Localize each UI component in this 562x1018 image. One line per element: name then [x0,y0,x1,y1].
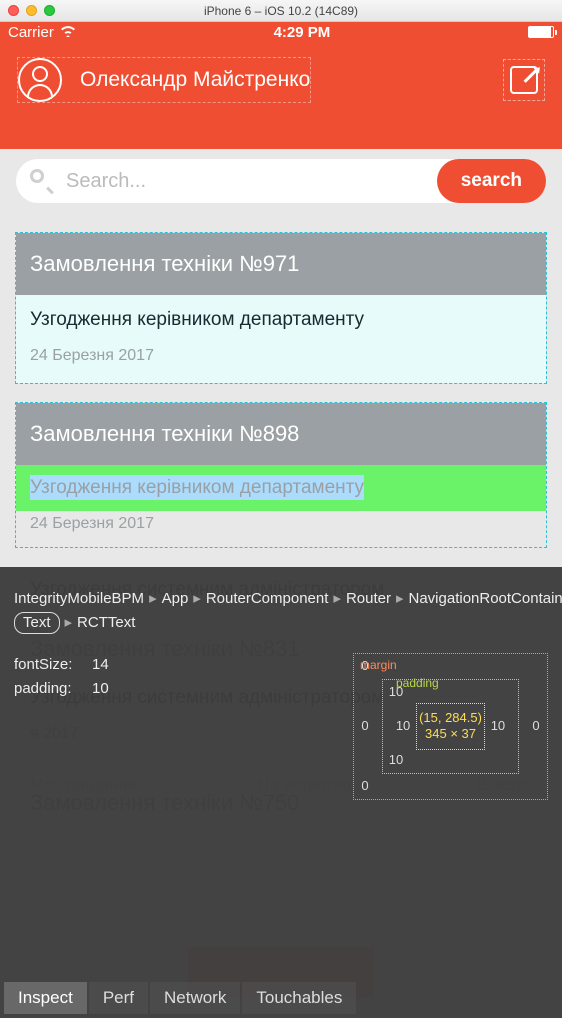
zoom-window-button[interactable] [44,5,55,16]
path-component[interactable]: RouterComponent [206,590,329,607]
search-bar: search [0,149,562,213]
task-list[interactable]: Замовлення техніки №971 Узгодження керів… [0,233,562,547]
minimize-window-button[interactable] [26,5,37,16]
traffic-lights [8,5,55,16]
compose-button[interactable] [504,60,544,100]
card-date: 24 Березня 2017 [16,511,546,547]
path-component[interactable]: Text [14,612,60,634]
search-input[interactable] [54,170,437,193]
search-button[interactable]: search [437,159,546,203]
app-header: Олександр Майстренко [0,42,562,117]
style-properties: fontSize:14 padding:10 [14,653,109,701]
wifi-icon [60,24,76,40]
path-component[interactable]: NavigationRootContainer [409,590,562,607]
search-icon [30,169,54,193]
perf-tab[interactable]: Perf [89,982,148,1014]
path-component[interactable]: IntegrityMobileBPM [14,590,144,607]
task-card[interactable]: Замовлення техніки №898 Узгодження керів… [16,403,546,547]
touchables-tab[interactable]: Touchables [242,982,356,1014]
dev-toolbar: Inspect Perf Network Touchables [0,978,562,1018]
component-path[interactable]: IntegrityMobileBPM▸App▸RouterComponent▸R… [14,587,548,635]
card-title: Замовлення техніки №971 [16,233,546,295]
battery-icon [528,26,554,38]
path-component[interactable]: Router [346,590,391,607]
time-label: 4:29 PM [274,24,331,41]
card-date: 24 Березня 2017 [30,347,532,369]
window-title: iPhone 6 – iOS 10.2 (14C89) [0,4,562,18]
status-bar: Carrier 4:29 PM [0,22,562,42]
window-chrome: iPhone 6 – iOS 10.2 (14C89) [0,0,562,22]
compose-icon [510,66,538,94]
path-component[interactable]: App [162,590,189,607]
network-tab[interactable]: Network [150,982,240,1014]
close-window-button[interactable] [8,5,19,16]
carrier-label: Carrier [8,24,54,41]
card-title: Замовлення техніки №898 [16,403,546,465]
user-name: Олександр Майстренко [80,68,310,92]
path-component[interactable]: RCTText [77,614,135,631]
card-status: Узгодження керівником департаменту [30,309,532,347]
inspect-tab[interactable]: Inspect [4,982,87,1014]
task-card[interactable]: Замовлення техніки №971 Узгодження керів… [16,233,546,383]
avatar-icon[interactable] [18,58,62,102]
card-status: Узгодження керівником департаменту [16,475,546,501]
inspector-overlay[interactable]: Узгодження системним адміністратором Зам… [0,567,562,1018]
box-model: margin 0 0 padding 10 10 (15, 284.5) 345… [353,653,548,800]
